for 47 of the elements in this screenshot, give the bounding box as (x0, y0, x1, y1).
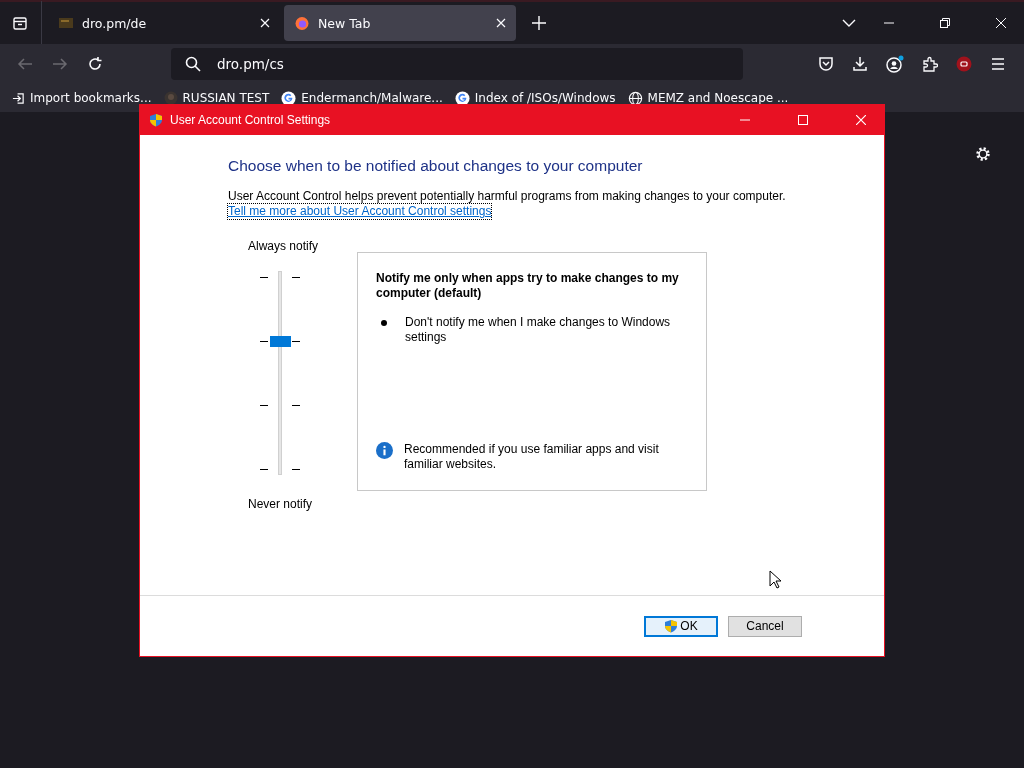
account-icon[interactable] (886, 55, 904, 73)
window-title: User Account Control Settings (170, 113, 331, 127)
bookmark[interactable]: Index of /ISOs/Windows (454, 90, 616, 106)
bookmark[interactable]: RUSSIAN TEST (163, 91, 270, 105)
shield-icon (149, 113, 163, 127)
pocket-icon[interactable] (818, 56, 834, 72)
site-icon (58, 15, 74, 31)
download-icon[interactable] (852, 56, 868, 72)
import-icon (12, 91, 25, 105)
menu-icon[interactable] (990, 56, 1006, 72)
level-title: Notify me only when apps try to make changes to my computer (default) (376, 271, 680, 301)
settings-icon[interactable] (974, 145, 992, 163)
dialog-heading: Choose when to be notified about changes to your computer (228, 157, 644, 175)
reload-icon[interactable] (87, 56, 103, 72)
address-field[interactable]: dro.pm/cs (171, 48, 743, 80)
bookmark[interactable]: Import bookmarks... (12, 91, 152, 105)
shield-icon (664, 619, 679, 633)
close-icon[interactable] (996, 18, 1006, 28)
help-link[interactable]: Tell me more about User Account Control settings (228, 204, 492, 219)
bullet-icon (381, 320, 387, 326)
slider-label: Always notify (248, 239, 319, 253)
firefox-icon (294, 15, 310, 31)
ok-button[interactable]: OK (644, 615, 718, 637)
close-icon[interactable] (260, 18, 270, 28)
shield-extension-icon[interactable] (956, 56, 972, 72)
close-icon[interactable] (496, 18, 506, 28)
chevron-down-icon[interactable] (842, 19, 856, 27)
new-tab-icon[interactable] (532, 16, 546, 30)
browser-tab[interactable]: dro.pm/de (48, 5, 280, 41)
bookmark[interactable]: Endermanch/Malware... (281, 90, 443, 106)
slider-label: Never notify (248, 497, 313, 511)
tab-list-icon[interactable] (12, 15, 28, 31)
restore-icon[interactable] (940, 18, 950, 28)
mouse-pointer-icon (769, 570, 781, 589)
bullet-text: Don't notify me when I make changes to Windows settings (405, 315, 672, 345)
cancel-button[interactable]: Cancel (728, 615, 802, 637)
note-text: Recommended if you use familiar apps and visit familiar websites. (404, 442, 660, 472)
puzzle-icon[interactable] (922, 56, 938, 72)
bookmark[interactable]: MEMZ and Noescape ... (627, 90, 789, 106)
maximize-icon[interactable] (798, 115, 808, 125)
notify-slider[interactable] (260, 271, 300, 475)
intro-text: User Account Control helps prevent potentially harmful programs from making changes to your computer. (228, 189, 787, 204)
search-icon (185, 56, 201, 72)
slider-thumb[interactable] (270, 335, 291, 347)
browser-tab[interactable]: New Tab (284, 5, 516, 41)
info-icon (376, 442, 393, 459)
site-icon (163, 91, 178, 105)
